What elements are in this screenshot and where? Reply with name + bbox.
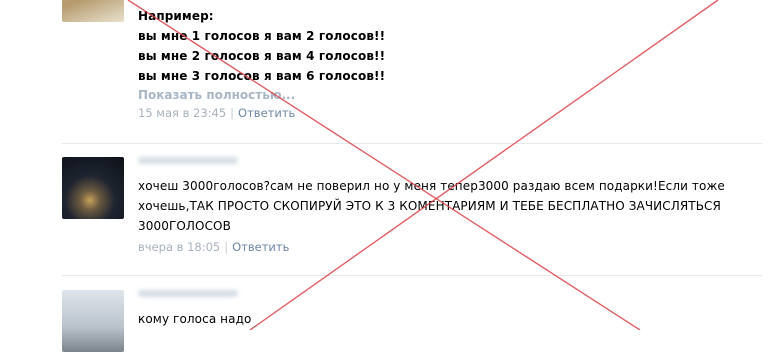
reply-link[interactable]: Ответить bbox=[232, 240, 289, 254]
meta-separator: | bbox=[224, 240, 229, 254]
author-name-blurred[interactable] bbox=[138, 157, 238, 164]
meta-separator: | bbox=[230, 106, 235, 120]
comment-text-line: кому голоса надо bbox=[138, 312, 252, 326]
avatar[interactable] bbox=[62, 0, 124, 22]
comment-text-line: Например: bbox=[138, 9, 214, 23]
author-name-blurred[interactable] bbox=[138, 290, 238, 297]
comment-meta: 15 мая в 23:45 | Ответить bbox=[138, 106, 738, 120]
comment-text-line: вы мне 2 голосов я вам 4 голосов!! bbox=[138, 49, 386, 63]
comment-text-line: 3000ГОЛОСОВ bbox=[138, 219, 231, 233]
avatar[interactable] bbox=[62, 157, 124, 219]
avatar[interactable] bbox=[62, 290, 124, 352]
comment-text-line: вы мне 3 голосов я вам 6 голосов!! bbox=[138, 69, 386, 83]
comment-text-line: хочешь,ТАК ПРОСТО СКОПИРУЙ ЭТО К 3 КОМЕН… bbox=[138, 199, 721, 213]
show-full-link[interactable]: Показать полностью... bbox=[138, 88, 738, 102]
comment-divider bbox=[62, 275, 762, 276]
comment-divider bbox=[62, 143, 762, 144]
comment-date: 15 мая в 23:45 bbox=[138, 106, 227, 120]
comment-meta: вчера в 18:05 | Ответить bbox=[138, 240, 770, 254]
comment-date: вчера в 18:05 bbox=[138, 240, 221, 254]
comment-text-line: вы мне 1 голосов я вам 2 голосов!! bbox=[138, 29, 386, 43]
reply-link[interactable]: Ответить bbox=[238, 106, 295, 120]
comment-text-line: хочеш 3000голосов?сам не поверил но у ме… bbox=[138, 179, 725, 193]
